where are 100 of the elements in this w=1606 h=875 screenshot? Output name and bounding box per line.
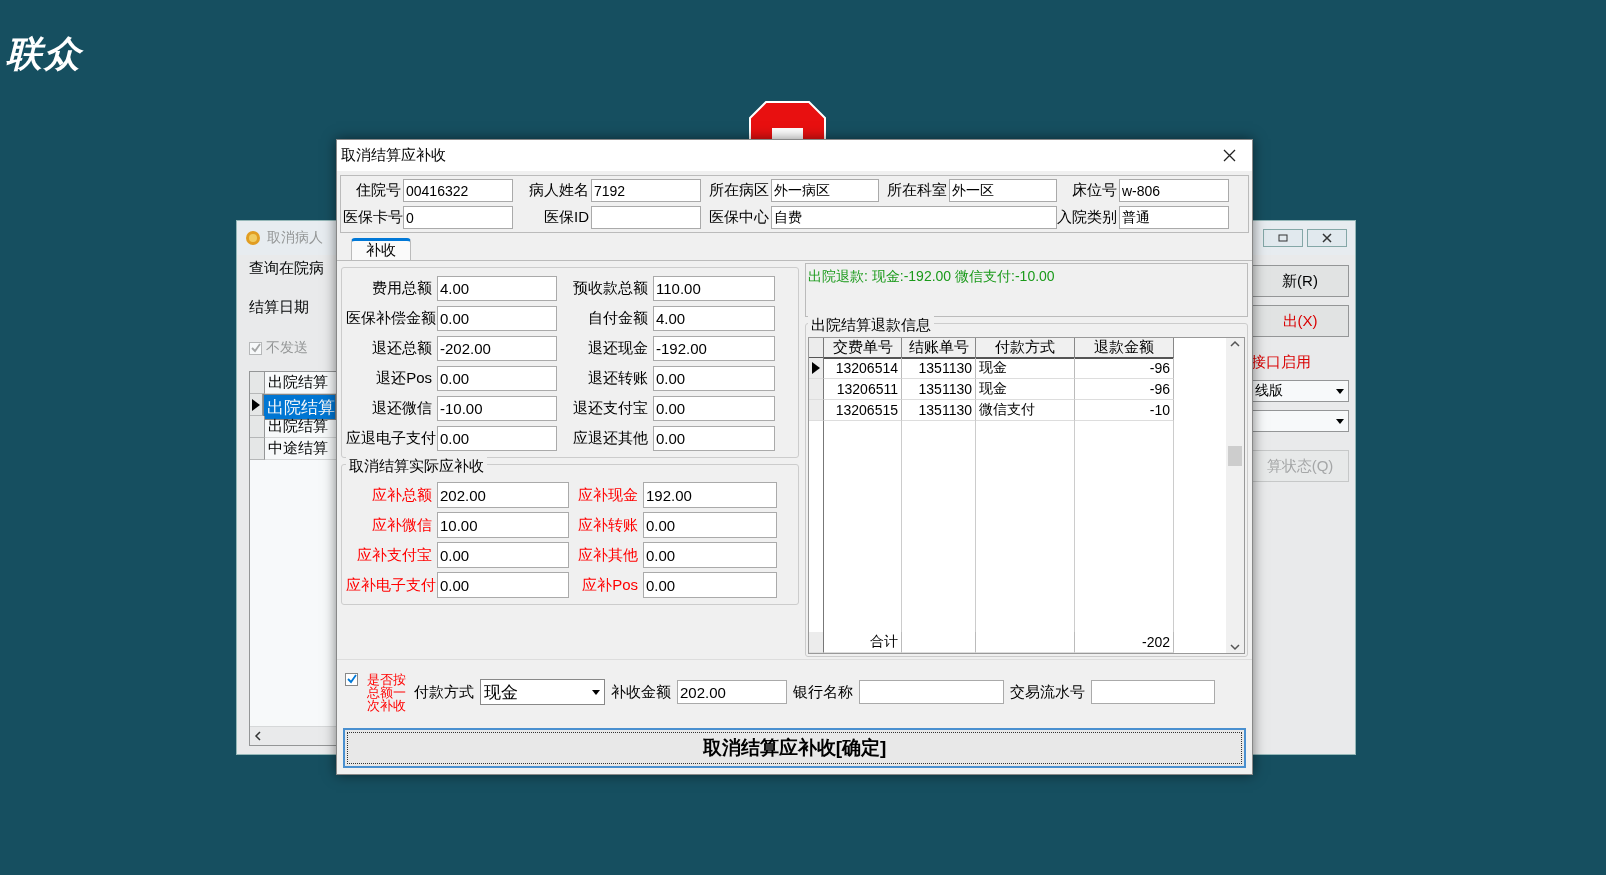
close-button[interactable] [1307, 229, 1347, 247]
table-cell: -10 [1075, 400, 1174, 421]
caret-icon [1336, 418, 1344, 424]
input-field[interactable] [1091, 680, 1215, 704]
column-header[interactable]: 退款金额 [1075, 338, 1174, 359]
caret-icon [592, 689, 600, 695]
input-field[interactable]: 0.00 [653, 426, 775, 451]
input-field[interactable]: 普通 [1119, 206, 1229, 229]
table-cell: 13206515 [824, 400, 902, 421]
scroll-up-icon[interactable] [1230, 340, 1240, 347]
field-label: 应退还其他 [572, 429, 649, 448]
input-field[interactable]: 110.00 [653, 276, 775, 301]
field-label: 应补支付宝 [356, 545, 433, 565]
group-title: 出院结算退款信息 [808, 316, 934, 335]
table-cell: -96 [1075, 379, 1174, 400]
input-field[interactable]: 0.00 [437, 542, 569, 568]
field-label: 预收款总额 [572, 279, 649, 298]
input-field[interactable]: 202.00 [437, 482, 569, 508]
field-label: 医保补偿金额 [346, 309, 434, 328]
checkbox[interactable] [345, 672, 358, 686]
row-header[interactable] [250, 394, 263, 416]
input-field[interactable] [859, 680, 1004, 704]
row-header [809, 338, 824, 359]
maximize-icon [1278, 234, 1288, 242]
field-label: 应退电子支付 [346, 429, 434, 448]
table-cell: 现金 [976, 379, 1075, 400]
field-label: 费用总额 [371, 279, 433, 298]
input-field[interactable]: -192.00 [653, 336, 775, 361]
total-label: 合计 [824, 632, 902, 653]
dropdown[interactable]: 现金 [480, 679, 605, 705]
field-label: 退还Pos [375, 369, 433, 388]
input-field[interactable]: 0.00 [653, 396, 775, 421]
field-label: 结算日期 [249, 298, 310, 317]
input-field[interactable]: 0.00 [643, 572, 777, 598]
checkbox-label: 不发送 [266, 339, 308, 357]
field-label: 退还现金 [587, 339, 649, 358]
input-field[interactable]: 0.00 [643, 542, 777, 568]
field-label: 所在病区 [708, 181, 770, 200]
table-cell: -202 [1075, 632, 1174, 653]
table-cell: 1351130 [902, 400, 976, 421]
field-label: 所在科室 [886, 181, 948, 200]
input-field[interactable]: 外一病区 [771, 179, 879, 202]
field-label: 床位号 [1071, 181, 1118, 200]
table-cell: 13206511 [824, 379, 902, 400]
table-cell: 微信支付 [976, 400, 1075, 421]
input-field[interactable]: 自费 [771, 206, 1057, 229]
table-cell: -96 [1075, 358, 1174, 379]
tab[interactable]: 补收 [351, 238, 411, 260]
column-header[interactable]: 结账单号 [902, 338, 976, 359]
field-label: 退还总额 [371, 339, 433, 358]
input-field[interactable]: -202.00 [437, 336, 557, 361]
confirm-button[interactable]: 取消结算应补收[确定] [343, 728, 1246, 768]
action-button[interactable]: 新(R) [1251, 265, 1349, 297]
field-label: 应补电子支付 [346, 575, 434, 595]
window-title: 取消病人 [267, 229, 323, 247]
input-field[interactable]: 0.00 [437, 572, 569, 598]
input-field[interactable]: -10.00 [437, 396, 557, 421]
row-header [809, 632, 824, 653]
action-button[interactable]: 出(X) [1251, 305, 1349, 337]
input-field[interactable]: 4.00 [653, 306, 775, 331]
close-icon [1322, 233, 1332, 243]
input-field[interactable]: 0.00 [437, 426, 557, 451]
input-field[interactable]: 10.00 [437, 512, 569, 538]
dialog-title: 取消结算应补收 [341, 146, 446, 165]
input-field[interactable]: 0.00 [437, 306, 557, 331]
input-field[interactable]: w-806 [1119, 179, 1229, 202]
logo-text: 联众 [6, 32, 82, 76]
scroll-down-icon[interactable] [1230, 644, 1240, 651]
input-field[interactable]: 00416322 [403, 179, 513, 202]
input-field[interactable]: 0.00 [437, 366, 557, 391]
field-label: 应补其他 [577, 545, 639, 565]
checkbox[interactable] [249, 341, 262, 355]
scroll-left-icon[interactable] [254, 731, 262, 741]
field-label: 应补转账 [577, 515, 639, 535]
table-cell: 1351130 [902, 379, 976, 400]
dropdown[interactable]: 线版 [1251, 380, 1349, 402]
scrollbar-thumb[interactable] [1228, 445, 1242, 466]
input-field[interactable]: 外一区 [949, 179, 1057, 202]
field-label: 退还支付宝 [572, 399, 649, 418]
table-cell: 1351130 [902, 358, 976, 379]
input-field[interactable]: 0 [403, 206, 513, 229]
group-title: 查询在院病 [249, 259, 325, 278]
row-header[interactable] [809, 358, 824, 379]
dropdown[interactable] [1251, 410, 1349, 432]
column-header[interactable]: 交费单号 [824, 338, 902, 359]
input-field[interactable]: 202.00 [677, 680, 787, 704]
input-field[interactable]: 192.00 [643, 482, 777, 508]
group-title: 取消结算实际应补收 [346, 457, 487, 476]
field-label: 应补总额 [371, 485, 433, 505]
input-field[interactable] [591, 206, 701, 229]
table-cell: 现金 [976, 358, 1075, 379]
input-field[interactable]: 4.00 [437, 276, 557, 301]
input-field[interactable]: 0.00 [653, 366, 775, 391]
input-field[interactable]: 0.00 [643, 512, 777, 538]
field-label: 医保中心 [708, 208, 770, 227]
field-label: 退还微信 [371, 399, 433, 418]
column-header[interactable]: 付款方式 [976, 338, 1075, 359]
input-field[interactable]: 7192 [591, 179, 701, 202]
field-label: 医保卡号 [343, 208, 403, 227]
close-icon [1222, 149, 1236, 162]
